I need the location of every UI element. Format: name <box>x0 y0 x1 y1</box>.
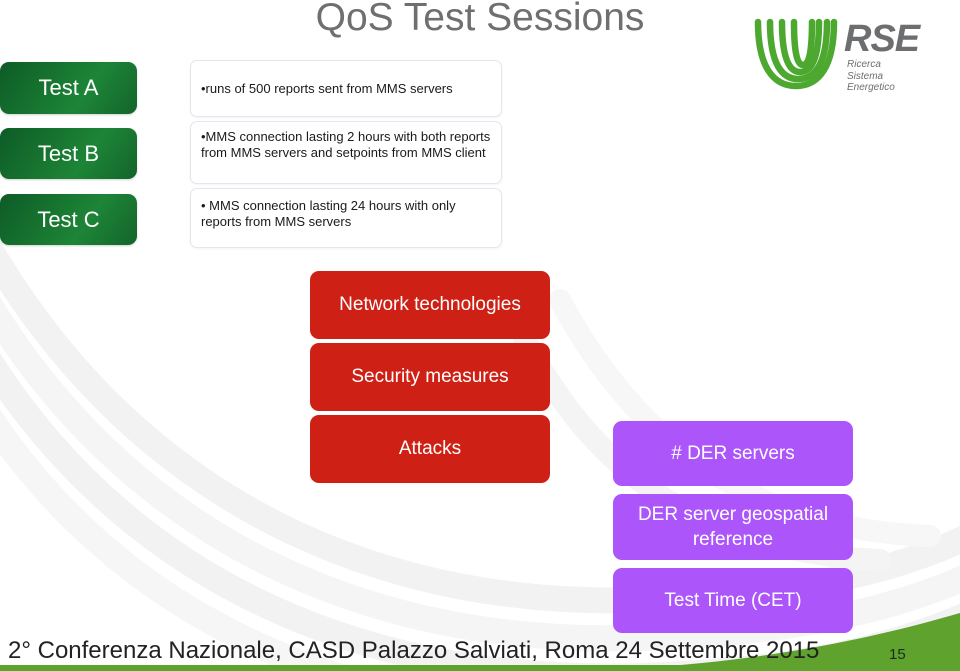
purple-box-der-servers: # DER servers <box>613 421 853 486</box>
red-box-attacks-label: Attacks <box>398 438 462 459</box>
red-box-security-measures: Security measures <box>310 343 550 411</box>
red-box-attacks: Attacks <box>310 415 550 483</box>
test-chip-c: Test C <box>0 194 137 245</box>
test-description-c: • MMS connection lasting 24 hours with o… <box>190 188 502 248</box>
purple-box-der-geospatial-reference: DER server geospatial reference <box>613 494 853 560</box>
rse-logo-mark-icon <box>754 18 838 90</box>
test-chip-b-label: Test B <box>37 140 100 166</box>
test-chip-a: Test A <box>0 62 137 114</box>
test-description-a-text: •runs of 500 reports sent from MMS serve… <box>201 80 453 96</box>
test-chip-c-label: Test C <box>37 206 100 232</box>
test-description-a: •runs of 500 reports sent from MMS serve… <box>190 60 502 117</box>
rse-logo: RSE Ricerca Sistema Energetico <box>748 16 920 98</box>
test-description-c-text: • MMS connection lasting 24 hours with o… <box>201 198 456 229</box>
purple-box-der-geospatial-reference-label: DER server geospatial reference <box>637 504 829 550</box>
test-description-b-text: •MMS connection lasting 2 hours with bot… <box>201 129 491 160</box>
purple-box-der-servers-label: # DER servers <box>671 443 795 464</box>
red-box-security-measures-label: Security measures <box>351 366 509 387</box>
rse-tagline-line-2: Sistema <box>847 70 884 82</box>
red-box-network-technologies-label: Network technologies <box>339 294 521 315</box>
test-chip-b: Test B <box>0 128 137 179</box>
red-box-network-technologies: Network technologies <box>310 271 550 339</box>
rse-logo-tagline: Ricerca Sistema Energetico <box>847 59 895 94</box>
test-chip-a-label: Test A <box>38 75 99 100</box>
purple-box-test-time: Test Time (CET) <box>613 568 853 633</box>
slide-canvas: QoS Test Sessions RSE Ricerca Sistema En… <box>0 0 960 671</box>
footer-conference-text: 2° Conferenza Nazionale, CASD Palazzo Sa… <box>8 637 820 664</box>
rse-logo-wordmark: RSE <box>844 18 920 60</box>
rse-tagline-line-3: Energetico <box>847 82 895 93</box>
test-description-b: •MMS connection lasting 2 hours with bot… <box>190 121 502 184</box>
rse-tagline-line-1: Ricerca <box>847 59 881 70</box>
purple-box-test-time-label: Test Time (CET) <box>664 590 802 611</box>
slide-page-number: 15 <box>889 646 906 663</box>
